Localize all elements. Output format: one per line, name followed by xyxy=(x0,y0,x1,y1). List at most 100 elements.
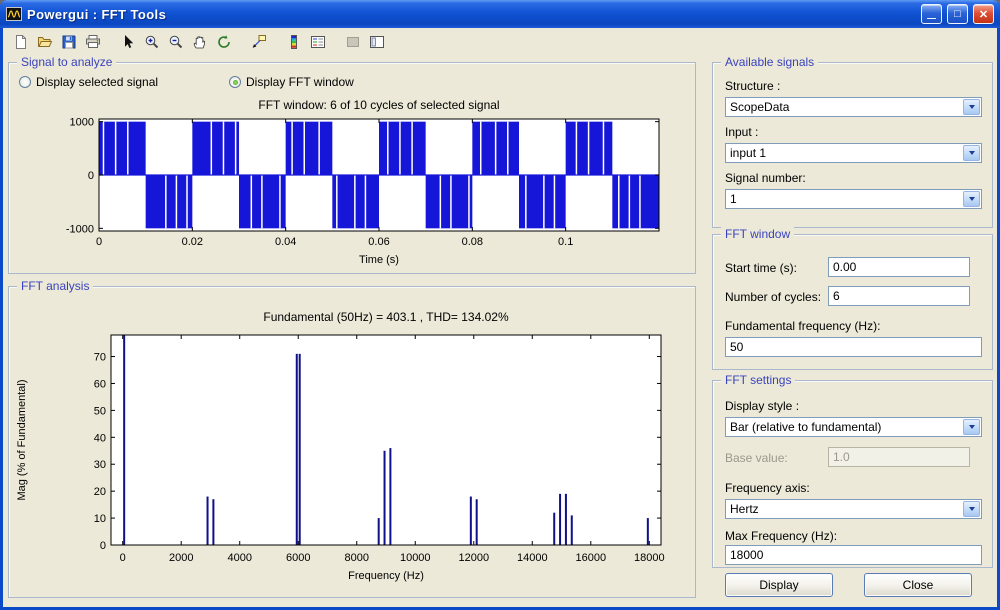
chevron-down-icon xyxy=(969,507,975,511)
input-dropdown[interactable]: input 1 xyxy=(725,143,982,163)
radio-circle-icon xyxy=(229,76,241,88)
powergui-fft-tools-window: Powergui : FFT Tools — □ ✕ xyxy=(0,0,1000,610)
svg-text:FFT window: 6 of 10 cycles of: FFT window: 6 of 10 cycles of selected s… xyxy=(258,98,499,112)
svg-text:0: 0 xyxy=(88,170,94,182)
max-frequency-input[interactable] xyxy=(725,545,982,565)
insert-legend-button[interactable] xyxy=(306,31,330,54)
radio-display-fft-window[interactable]: Display FFT window xyxy=(229,75,354,89)
panel-title: FFT window xyxy=(721,227,794,241)
radio-circle-icon xyxy=(19,76,31,88)
client-area: Signal to analyze Display selected signa… xyxy=(3,28,997,607)
plot-tools-off-icon xyxy=(345,34,361,50)
radio-label: Display selected signal xyxy=(36,75,158,89)
max-frequency-label: Max Frequency (Hz): xyxy=(725,529,837,543)
svg-text:18000: 18000 xyxy=(634,552,665,564)
base-value-label: Base value: xyxy=(725,451,788,465)
svg-text:10: 10 xyxy=(94,513,106,525)
hide-plot-tools-button xyxy=(341,31,365,54)
zoom-out-icon xyxy=(168,34,184,50)
cycles-label: Number of cycles: xyxy=(725,290,821,304)
frequency-axis-value: Hertz xyxy=(726,500,962,518)
structure-value: ScopeData xyxy=(726,98,962,116)
svg-text:Frequency (Hz): Frequency (Hz) xyxy=(348,570,424,582)
svg-text:-1000: -1000 xyxy=(66,223,94,235)
save-button[interactable] xyxy=(57,31,81,54)
svg-text:16000: 16000 xyxy=(575,552,606,564)
dropdown-arrow-button[interactable] xyxy=(963,99,980,115)
insert-colorbar-button[interactable] xyxy=(282,31,306,54)
panel-title: FFT analysis xyxy=(17,279,93,293)
new-file-button[interactable] xyxy=(9,31,33,54)
fundamental-frequency-input[interactable] xyxy=(725,337,982,357)
svg-text:Time (s): Time (s) xyxy=(359,254,399,266)
zoom-out-button[interactable] xyxy=(164,31,188,54)
plot-tools-on-icon xyxy=(369,34,385,50)
svg-text:1000: 1000 xyxy=(70,117,94,129)
zoom-in-button[interactable] xyxy=(140,31,164,54)
dropdown-arrow-button[interactable] xyxy=(963,191,980,207)
svg-text:70: 70 xyxy=(94,352,106,364)
panel-title: FFT settings xyxy=(721,373,795,387)
radio-label: Display FFT window xyxy=(246,75,354,89)
svg-text:40: 40 xyxy=(94,432,106,444)
window-title: Powergui : FFT Tools xyxy=(27,7,916,22)
toolbar-separator xyxy=(105,28,116,56)
input-value: input 1 xyxy=(726,144,962,162)
fft-settings-panel: FFT settings Display style : Bar (relati… xyxy=(712,380,993,568)
svg-text:0: 0 xyxy=(100,540,106,552)
show-plot-tools-button[interactable] xyxy=(365,31,389,54)
title-bar[interactable]: Powergui : FFT Tools — □ ✕ xyxy=(0,0,1000,28)
minimize-button[interactable]: — xyxy=(921,4,942,24)
open-file-button[interactable] xyxy=(33,31,57,54)
chevron-down-icon xyxy=(969,425,975,429)
svg-text:0.04: 0.04 xyxy=(275,236,296,248)
chevron-down-icon xyxy=(969,197,975,201)
frequency-axis-label: Frequency axis: xyxy=(725,481,810,495)
chevron-down-icon xyxy=(969,151,975,155)
svg-text:20: 20 xyxy=(94,486,106,498)
signal-number-value: 1 xyxy=(726,190,962,208)
svg-text:0.08: 0.08 xyxy=(462,236,483,248)
signal-number-label: Signal number: xyxy=(725,171,806,185)
svg-text:0.06: 0.06 xyxy=(368,236,389,248)
svg-text:0.1: 0.1 xyxy=(558,236,573,248)
maximize-button[interactable]: □ xyxy=(947,4,968,24)
toolbar-separator xyxy=(330,28,341,56)
structure-dropdown[interactable]: ScopeData xyxy=(725,97,982,117)
svg-text:0: 0 xyxy=(120,552,126,564)
rotate-3d-icon xyxy=(216,34,232,50)
svg-text:2000: 2000 xyxy=(169,552,193,564)
cycles-input[interactable] xyxy=(828,286,970,306)
svg-text:14000: 14000 xyxy=(517,552,548,564)
radio-display-selected-signal[interactable]: Display selected signal xyxy=(19,75,158,89)
fft-window-panel: FFT window Start time (s): Number of cyc… xyxy=(712,234,993,370)
svg-text:30: 30 xyxy=(94,459,106,471)
structure-label: Structure : xyxy=(725,79,780,93)
frequency-axis-dropdown[interactable]: Hertz xyxy=(725,499,982,519)
dropdown-arrow-button[interactable] xyxy=(963,501,980,517)
display-button[interactable]: Display xyxy=(725,573,833,597)
dropdown-arrow-button[interactable] xyxy=(963,145,980,161)
dropdown-arrow-button[interactable] xyxy=(963,419,980,435)
base-value-input xyxy=(828,447,970,467)
svg-text:Fundamental (50Hz) = 403.1 , T: Fundamental (50Hz) = 403.1 , THD= 134.02… xyxy=(263,310,509,324)
fundamental-frequency-label: Fundamental frequency (Hz): xyxy=(725,319,880,333)
print-button[interactable] xyxy=(81,31,105,54)
panel-title: Available signals xyxy=(721,55,818,69)
fft-analysis-panel: FFT analysis Fundamental (50Hz) = 403.1 … xyxy=(8,286,696,598)
signal-number-dropdown[interactable]: 1 xyxy=(725,189,982,209)
rotate-3d-button[interactable] xyxy=(212,31,236,54)
available-signals-panel: Available signals Structure : ScopeData … xyxy=(712,62,993,228)
svg-text:0.02: 0.02 xyxy=(182,236,203,248)
close-window-button[interactable]: ✕ xyxy=(973,4,994,24)
pan-button[interactable] xyxy=(188,31,212,54)
svg-text:4000: 4000 xyxy=(227,552,251,564)
display-style-value: Bar (relative to fundamental) xyxy=(726,418,962,436)
display-style-dropdown[interactable]: Bar (relative to fundamental) xyxy=(725,417,982,437)
data-cursor-button[interactable] xyxy=(247,31,271,54)
arrow-pointer-icon xyxy=(120,34,136,50)
close-button[interactable]: Close xyxy=(864,573,972,597)
start-time-input[interactable] xyxy=(828,257,970,277)
pointer-tool-button[interactable] xyxy=(116,31,140,54)
signal-plot: FFT window: 6 of 10 cycles of selected s… xyxy=(11,97,693,273)
